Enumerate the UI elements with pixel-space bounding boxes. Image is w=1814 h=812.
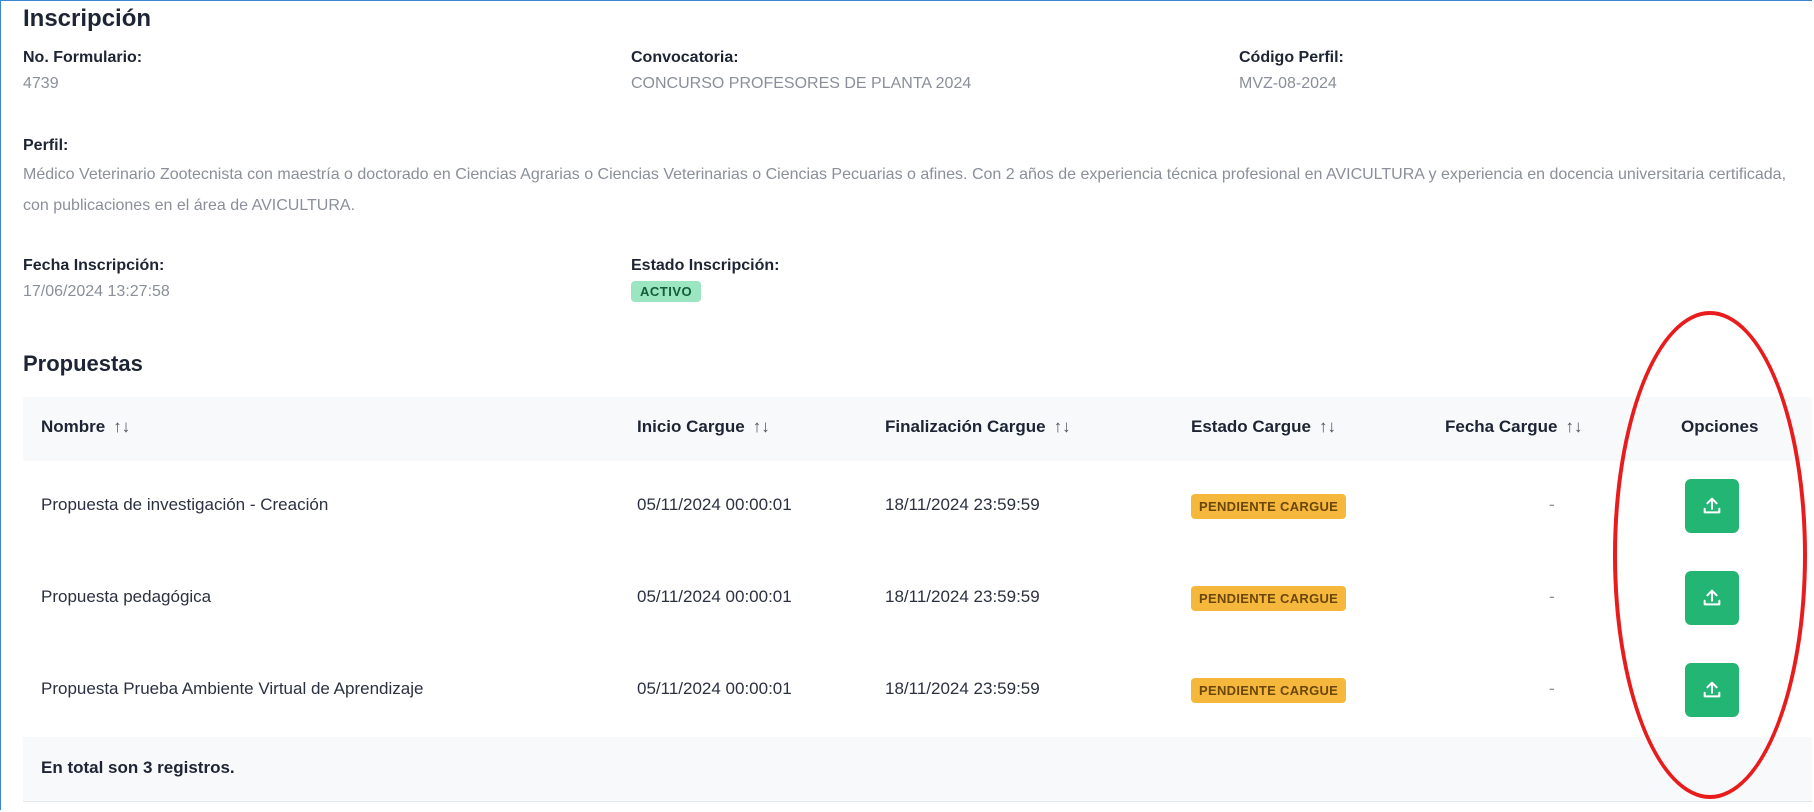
- sort-icon: ↑↓: [1565, 417, 1583, 436]
- cell-nombre: Propuesta Prueba Ambiente Virtual de Apr…: [41, 679, 424, 698]
- convocatoria-field: Convocatoria: CONCURSO PROFESORES DE PLA…: [631, 49, 971, 97]
- total-records-text: En total son 3 registros.: [41, 758, 235, 777]
- cell-inicio-cargue: 05/11/2024 00:00:01: [637, 679, 792, 698]
- status-badge-activo: ACTIVO: [631, 281, 702, 302]
- cell-nombre: Propuesta de investigación - Creación: [41, 495, 329, 514]
- status-badge-pendiente: PENDIENTE CARGUE: [1191, 494, 1347, 519]
- no-formulario-label: No. Formulario:: [23, 49, 143, 66]
- convocatoria-label: Convocatoria:: [631, 49, 739, 66]
- sort-icon: ↑↓: [752, 417, 770, 436]
- inscripcion-title: Inscripción: [23, 5, 152, 32]
- upload-icon: [1703, 681, 1721, 698]
- status-badge-pendiente: PENDIENTE CARGUE: [1191, 586, 1347, 611]
- sort-icon: ↑↓: [113, 417, 131, 436]
- column-label-nombre: Nombre: [41, 417, 106, 436]
- cell-fecha-cargue: -: [1549, 587, 1555, 606]
- sort-icon: ↑↓: [1053, 417, 1071, 436]
- column-header-estado-cargue[interactable]: Estado Cargue ↑↓: [1191, 417, 1336, 437]
- no-formulario-field: No. Formulario: 4739: [23, 49, 142, 97]
- estado-inscripcion-field: Estado Inscripción: ACTIVO: [631, 257, 779, 302]
- page-frame: Inscripción No. Formulario: 4739 Convoca…: [0, 0, 1812, 810]
- upload-button[interactable]: [1685, 571, 1739, 625]
- table-row: Propuesta Prueba Ambiente Virtual de Apr…: [23, 645, 1812, 738]
- codigo-perfil-value: MVZ-08-2024: [1239, 75, 1337, 92]
- cell-fecha-cargue: -: [1549, 679, 1555, 698]
- sort-icon: ↑↓: [1318, 417, 1336, 436]
- no-formulario-value: 4739: [23, 75, 59, 92]
- fecha-inscripcion-field: Fecha Inscripción: 17/06/2024 13:27:58: [23, 257, 170, 305]
- convocatoria-value: CONCURSO PROFESORES DE PLANTA 2024: [631, 75, 972, 92]
- table-footer: En total son 3 registros.: [23, 737, 1812, 802]
- column-header-fecha-cargue[interactable]: Fecha Cargue ↑↓: [1445, 417, 1582, 437]
- perfil-field: Perfil: Médico Veterinario Zootecnista c…: [23, 137, 1812, 221]
- column-header-nombre[interactable]: Nombre ↑↓: [41, 417, 130, 437]
- codigo-perfil-field: Código Perfil: MVZ-08-2024: [1239, 49, 1344, 97]
- cell-finalizacion-cargue: 18/11/2024 23:59:59: [885, 587, 1040, 606]
- fecha-inscripcion-label: Fecha Inscripción:: [23, 257, 165, 274]
- table-header: Nombre ↑↓ Inicio Cargue ↑↓ Finalización Ca…: [23, 397, 1812, 462]
- cell-inicio-cargue: 05/11/2024 00:00:01: [637, 587, 792, 606]
- fecha-inscripcion-value: 17/06/2024 13:27:58: [23, 283, 170, 300]
- upload-icon: [1703, 497, 1721, 514]
- table-row: Propuesta pedagógica 05/11/2024 00:00:01…: [23, 553, 1812, 646]
- cell-fecha-cargue: -: [1549, 495, 1555, 514]
- perfil-label: Perfil:: [23, 137, 69, 154]
- cell-finalizacion-cargue: 18/11/2024 23:59:59: [885, 495, 1040, 514]
- cell-nombre: Propuesta pedagógica: [41, 587, 212, 606]
- column-label-finalizacion-cargue: Finalización Cargue: [885, 417, 1046, 436]
- column-header-inicio-cargue[interactable]: Inicio Cargue ↑↓: [637, 417, 770, 437]
- estado-inscripcion-label: Estado Inscripción:: [631, 257, 780, 274]
- upload-button[interactable]: [1685, 663, 1739, 717]
- propuestas-title: Propuestas: [23, 351, 143, 376]
- upload-icon: [1703, 589, 1721, 606]
- upload-button[interactable]: [1685, 479, 1739, 533]
- cell-inicio-cargue: 05/11/2024 00:00:01: [637, 495, 792, 514]
- column-header-opciones: Opciones: [1681, 417, 1759, 436]
- perfil-value: Médico Veterinario Zootecnista con maest…: [23, 166, 1787, 214]
- status-badge-pendiente: PENDIENTE CARGUE: [1191, 678, 1347, 703]
- cell-finalizacion-cargue: 18/11/2024 23:59:59: [885, 679, 1040, 698]
- codigo-perfil-label: Código Perfil:: [1239, 49, 1344, 66]
- table-row: Propuesta de investigación - Creación 05…: [23, 461, 1812, 554]
- column-label-fecha-cargue: Fecha Cargue: [1445, 417, 1558, 436]
- column-label-estado-cargue: Estado Cargue: [1191, 417, 1311, 436]
- column-header-finalizacion-cargue[interactable]: Finalización Cargue ↑↓: [885, 417, 1071, 437]
- column-label-inicio-cargue: Inicio Cargue: [637, 417, 745, 436]
